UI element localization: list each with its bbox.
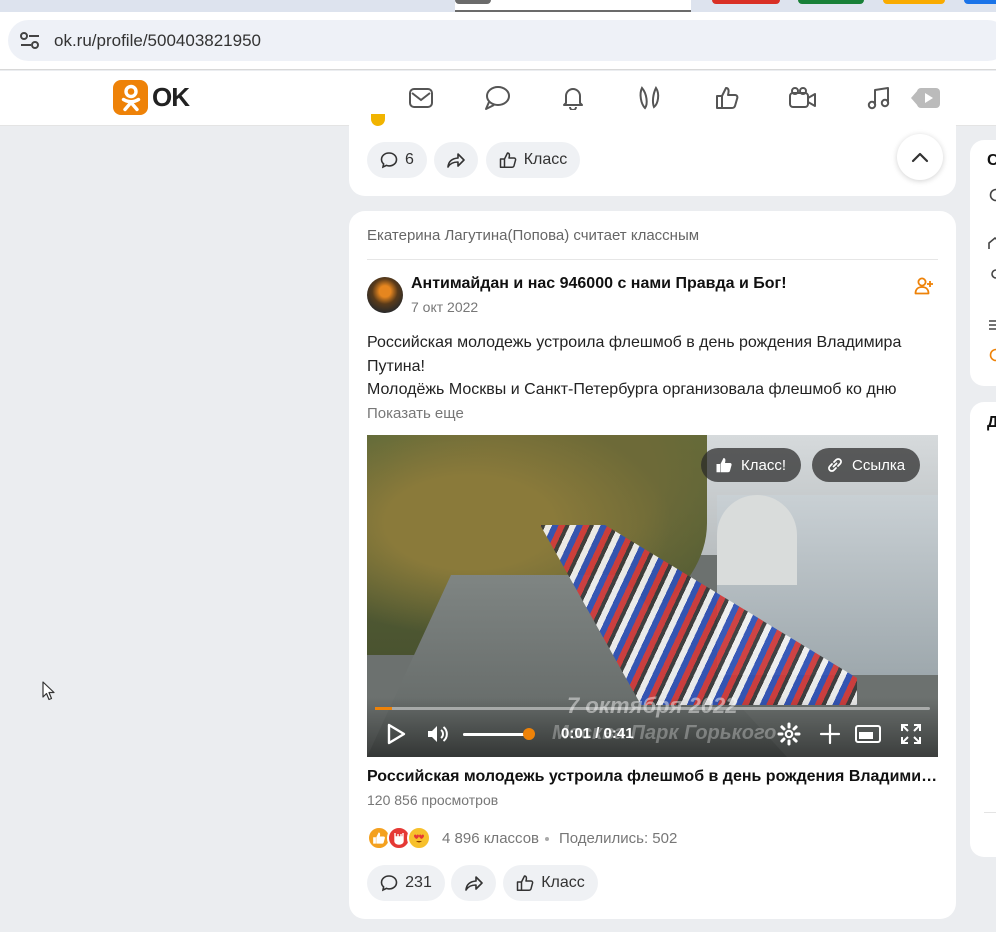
- browser-tab-favicon: [455, 0, 491, 4]
- video-frame-pavilion: [717, 495, 797, 585]
- reactions-summary[interactable]: [367, 826, 431, 850]
- browser-tab-red[interactable]: [712, 0, 780, 4]
- right-sidebar-card: Д: [970, 402, 996, 857]
- likes-count[interactable]: 4 896 классов: [442, 830, 539, 847]
- like-button[interactable]: Класс: [486, 142, 580, 178]
- video-icon[interactable]: [788, 83, 818, 113]
- views-count: 120 856 просмотров: [367, 792, 499, 808]
- shares-count[interactable]: Поделились: 502: [559, 830, 677, 847]
- chevron-up-icon: [911, 152, 929, 163]
- bell-icon[interactable]: [558, 83, 588, 113]
- video-link-label: Ссылка: [852, 456, 906, 474]
- divider: [367, 259, 938, 260]
- share-button[interactable]: [434, 142, 478, 178]
- post-text-line: Молодёжь Москвы и Санкт-Петербурга орган…: [367, 381, 897, 398]
- show-more-link[interactable]: Показать еще: [367, 405, 464, 422]
- previous-post-card: 6 Класс: [349, 110, 956, 196]
- right-sidebar-card: С: [970, 140, 996, 386]
- volume-slider-fill: [463, 733, 529, 736]
- like-button[interactable]: Класс: [503, 865, 598, 901]
- post-text-line: Российская молодежь устроила флешмоб в д…: [367, 334, 902, 375]
- mini-player-icon[interactable]: [854, 722, 882, 746]
- share-icon: [447, 153, 465, 168]
- play-icon[interactable]: [385, 722, 407, 746]
- share-button[interactable]: [451, 865, 496, 901]
- video-class-label: Класс!: [741, 456, 786, 474]
- comments-count: 6: [405, 151, 414, 168]
- location-icon: [991, 269, 996, 279]
- video-progress-bar[interactable]: [375, 707, 930, 710]
- like-icon[interactable]: [712, 83, 742, 113]
- browser-tab-green[interactable]: [798, 0, 864, 4]
- right-card-title: Д: [987, 414, 996, 431]
- browser-toolbar: ok.ru/profile/500403821950: [0, 12, 996, 70]
- mail-icon[interactable]: [406, 83, 436, 113]
- group-avatar[interactable]: [367, 277, 403, 313]
- video-class-button[interactable]: Класс!: [701, 448, 801, 482]
- video-player[interactable]: Класс! Ссылка 7 октября 2022 Москва Парк…: [367, 435, 938, 757]
- gear-icon[interactable]: [777, 722, 801, 746]
- reaction-icon: [371, 114, 385, 126]
- guests-icon[interactable]: [635, 83, 665, 113]
- info-icon: [989, 348, 996, 362]
- comment-icon: [380, 152, 398, 169]
- video-link-button[interactable]: Ссылка: [812, 448, 921, 482]
- scroll-to-top-button[interactable]: [897, 134, 943, 180]
- video-time: 0:01 / 0:41: [561, 725, 634, 742]
- browser-tab-blue[interactable]: [964, 0, 996, 4]
- video-title[interactable]: Российская молодежь устроила флешмоб в д…: [367, 768, 942, 786]
- like-label: Класс: [541, 874, 585, 891]
- address-bar[interactable]: ok.ru/profile/500403821950: [8, 20, 996, 61]
- feed-icon: [989, 320, 996, 330]
- comments-count: 231: [405, 874, 432, 891]
- video-overlay-date: 7 октября 2022: [567, 693, 738, 718]
- thumbs-up-icon: [716, 458, 732, 473]
- mouse-cursor-icon: [42, 681, 55, 701]
- right-card-title: С: [987, 152, 996, 169]
- ok-logo[interactable]: OK: [113, 80, 190, 115]
- browser-tab-yellow[interactable]: [883, 0, 945, 4]
- post-text: Российская молодежь устроила флешмоб в д…: [367, 331, 927, 402]
- volume-icon[interactable]: [425, 722, 451, 746]
- ok-logo-text: OK: [152, 82, 190, 112]
- join-group-icon[interactable]: [914, 277, 934, 295]
- share-icon: [464, 876, 483, 891]
- post-date[interactable]: 7 окт 2022: [411, 299, 478, 315]
- comments-button[interactable]: 6: [367, 142, 427, 178]
- divider: [984, 812, 996, 813]
- add-icon[interactable]: [818, 722, 842, 746]
- link-icon: [828, 458, 842, 472]
- browser-tabstrip: [0, 0, 996, 12]
- volume-slider-knob[interactable]: [523, 728, 535, 740]
- ok-logo-icon: [113, 80, 148, 115]
- comment-icon: [380, 875, 398, 892]
- url-text[interactable]: ok.ru/profile/500403821950: [54, 31, 261, 51]
- fullscreen-icon[interactable]: [899, 722, 923, 746]
- home-icon: [988, 236, 996, 249]
- thumbs-up-icon: [499, 152, 517, 169]
- separator-dot: [545, 837, 549, 841]
- site-settings-icon[interactable]: [20, 32, 40, 50]
- post-card: Екатерина Лагутина(Попова) считает класс…: [349, 211, 956, 919]
- like-label: Класс: [523, 151, 568, 168]
- games-icon[interactable]: [908, 83, 942, 113]
- video-progress-fill: [375, 707, 392, 710]
- clock-icon: [989, 188, 996, 202]
- group-name[interactable]: Антимайдан и нас 946000 с нами Правда и …: [411, 275, 787, 293]
- volume-slider[interactable]: [463, 733, 529, 736]
- comments-button[interactable]: 231: [367, 865, 445, 901]
- chat-icon[interactable]: [482, 83, 512, 113]
- liked-by-text[interactable]: Екатерина Лагутина(Попова) считает класс…: [367, 227, 699, 244]
- music-icon[interactable]: [864, 83, 894, 113]
- thumbs-up-icon: [516, 875, 534, 892]
- love-reaction-icon: [407, 826, 431, 850]
